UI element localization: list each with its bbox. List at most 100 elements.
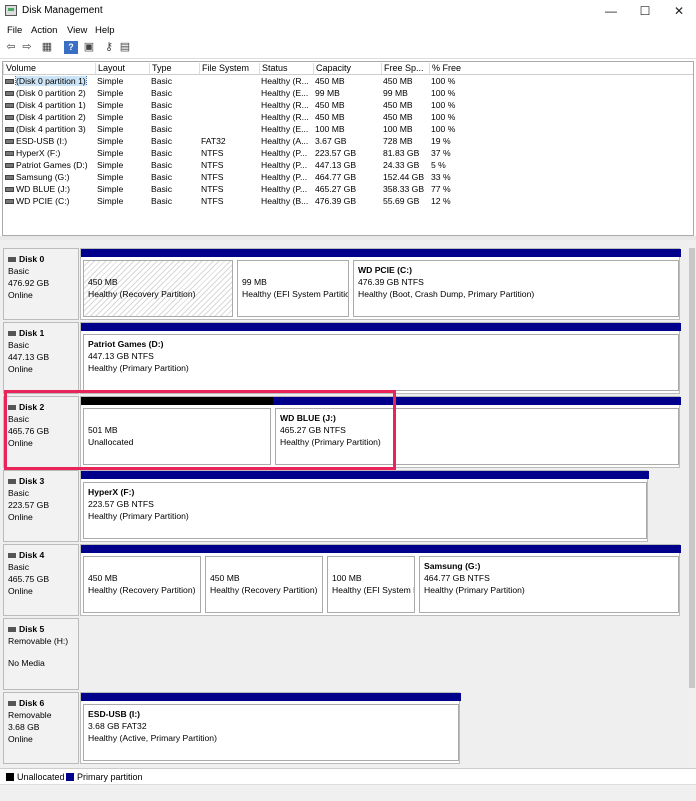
volume-icon (5, 175, 14, 181)
disk-icon (8, 479, 16, 485)
table-row[interactable]: WD PCIE (C:) Simple Basic NTFS Healthy (B...… (3, 195, 693, 207)
table-cell: 99 MB (383, 88, 408, 98)
toolbar: ⇦ ⇨ ▦ ? ▣ ⚷ ▤ (0, 38, 696, 59)
scrollbar-thumb[interactable] (689, 248, 695, 688)
properties-icon[interactable]: ▦ (40, 41, 54, 54)
partition[interactable]: Patriot Games (D:) 447.13 GB NTFS Healthy … (81, 323, 681, 393)
volume-name: (Disk 4 partition 2) (16, 112, 86, 122)
table-row[interactable]: HyperX (F:) Simple Basic NTFS Healthy (P... 2… (3, 147, 693, 159)
disk-label-4[interactable]: Disk 4 Basic 465.75 GB Online (3, 544, 79, 616)
disk-icon (8, 257, 16, 263)
partition-body: Patriot Games (D:) 447.13 GB NTFS Healthy … (83, 334, 679, 391)
table-cell: Healthy (P... (261, 184, 308, 194)
table-row[interactable]: WD BLUE (J:) Simple Basic NTFS Healthy (P...… (3, 183, 693, 195)
partition[interactable]: 450 MB Healthy (Recovery Partition) (81, 545, 203, 615)
disk-name: Disk 3 (8, 475, 74, 487)
partition-size: 476.39 GB NTFS (358, 277, 424, 287)
table-cell: 223.57 GB (315, 148, 357, 158)
volume-list-header: Volume Layout Type File System Status Ca… (3, 62, 693, 75)
key-icon[interactable]: ⚷ (102, 41, 116, 54)
partition-body: 450 MB Healthy (Recovery Partition) (205, 556, 323, 613)
back-arrow-icon[interactable]: ⇦ (4, 41, 18, 54)
partition-name (88, 264, 228, 276)
close-button[interactable]: ✕ (662, 0, 696, 22)
table-cell: NTFS (201, 148, 224, 158)
table-cell: Simple (97, 136, 124, 146)
col-percent-free[interactable]: % Free (429, 63, 491, 74)
partition[interactable]: ESD-USB (I:) 3.68 GB FAT32 Healthy (Active… (81, 693, 461, 763)
partition-status: Healthy (Primary Partition) (88, 363, 189, 373)
volume-name: ESD-USB (I:) (16, 136, 68, 146)
partition[interactable]: 450 MB Healthy (Recovery Partition) (203, 545, 325, 615)
partition-bar (203, 545, 325, 553)
partition-size: 450 MB (88, 277, 118, 287)
table-row[interactable]: (Disk 0 partition 2) Simple Basic Healthy (… (3, 87, 693, 99)
console-icon[interactable]: ▤ (118, 41, 132, 54)
disk-label-5[interactable]: Disk 5 Removable (H:) No Media (3, 618, 79, 690)
table-row[interactable]: (Disk 4 partition 2) Simple Basic Healthy (… (3, 111, 693, 123)
volume-name: (Disk 4 partition 1) (16, 100, 86, 110)
disk-type: Basic (8, 488, 30, 498)
disk-label-1[interactable]: Disk 1 Basic 447.13 GB Online (3, 322, 79, 394)
disk-label-6[interactable]: Disk 6 Removable 3.68 GB Online (3, 692, 79, 764)
table-row[interactable]: Samsung (G:) Simple Basic NTFS Healthy (P...… (3, 171, 693, 183)
col-type[interactable]: Type (149, 63, 199, 74)
disk-type: Basic (8, 340, 30, 350)
menu-action[interactable]: Action (31, 25, 57, 36)
col-status[interactable]: Status (259, 63, 313, 74)
table-cell: 465.27 GB (315, 184, 357, 194)
partition-size: 450 MB (210, 573, 240, 583)
help-icon[interactable]: ? (64, 41, 78, 54)
partition[interactable]: WD PCIE (C:) 476.39 GB NTFS Healthy (Boot,… (351, 249, 681, 319)
col-capacity[interactable]: Capacity (313, 63, 381, 74)
table-cell: Simple (97, 88, 124, 98)
menu-help[interactable]: Help (95, 25, 115, 36)
table-cell: Basic (151, 88, 173, 98)
table-cell: NTFS (201, 172, 224, 182)
partition[interactable]: 100 MB Healthy (EFI System P (325, 545, 417, 615)
table-cell: 33 % (431, 172, 451, 182)
table-cell: Basic (151, 172, 173, 182)
partition[interactable]: Samsung (G:) 464.77 GB NTFS Healthy (Prima… (417, 545, 681, 615)
disk-status: No Media (8, 658, 45, 668)
disk-name-text: Disk 5 (19, 624, 45, 634)
partition-status: Healthy (EFI System Partitio (242, 289, 349, 299)
table-cell: 99 MB (315, 88, 340, 98)
partition-size: 223.57 GB NTFS (88, 499, 154, 509)
menu-view[interactable]: View (67, 25, 87, 36)
menu-file[interactable]: File (7, 25, 22, 36)
disk-icon (8, 627, 16, 633)
table-row[interactable]: (Disk 4 partition 3) Simple Basic Healthy (… (3, 123, 693, 135)
volume-icon (5, 163, 14, 169)
col-layout[interactable]: Layout (95, 63, 149, 74)
forward-arrow-icon[interactable]: ⇨ (20, 41, 34, 54)
disk-status: Online (8, 290, 33, 300)
table-cell: (Disk 0 partition 2) (5, 88, 93, 98)
partition-bar (417, 545, 681, 553)
partition[interactable]: HyperX (F:) 223.57 GB NTFS Healthy (Primar… (81, 471, 649, 541)
table-row[interactable]: ESD-USB (I:) Simple Basic FAT32 Healthy (A..… (3, 135, 693, 147)
minimize-button[interactable]: — (594, 0, 628, 22)
maximize-button[interactable]: ☐ (628, 0, 662, 22)
partition-status: Healthy (EFI System P (332, 585, 415, 595)
partition-name: WD PCIE (C:) (358, 265, 412, 275)
volume-list: Volume Layout Type File System Status Ca… (2, 61, 694, 236)
disk-strip-3: HyperX (F:) 223.57 GB NTFS Healthy (Primar… (80, 470, 649, 542)
partition[interactable]: 450 MB Healthy (Recovery Partition) (81, 249, 235, 319)
table-cell: 476.39 GB (315, 196, 357, 206)
disk-strip-6: ESD-USB (I:) 3.68 GB FAT32 Healthy (Active… (80, 692, 461, 764)
partition-name: Samsung (G:) (424, 561, 481, 571)
disk-label-0[interactable]: Disk 0 Basic 476.92 GB Online (3, 248, 79, 320)
col-free-space[interactable]: Free Sp... (381, 63, 429, 74)
partition[interactable]: 99 MB Healthy (EFI System Partitio (235, 249, 351, 319)
table-row[interactable]: (Disk 4 partition 1) Simple Basic Healthy (… (3, 99, 693, 111)
col-volume[interactable]: Volume (3, 63, 95, 74)
settings-icon[interactable]: ▣ (82, 41, 96, 54)
disk-label-3[interactable]: Disk 3 Basic 223.57 GB Online (3, 470, 79, 542)
table-cell: Simple (97, 196, 124, 206)
table-row[interactable]: Patriot Games (D:) Simple Basic NTFS Healthy… (3, 159, 693, 171)
col-file-system[interactable]: File System (199, 63, 259, 74)
disk-size: 476.92 GB (8, 278, 50, 288)
table-row[interactable]: (Disk 0 partition 1) Simple Basic Healthy (… (3, 75, 693, 87)
disk-name: Disk 1 (8, 327, 74, 339)
